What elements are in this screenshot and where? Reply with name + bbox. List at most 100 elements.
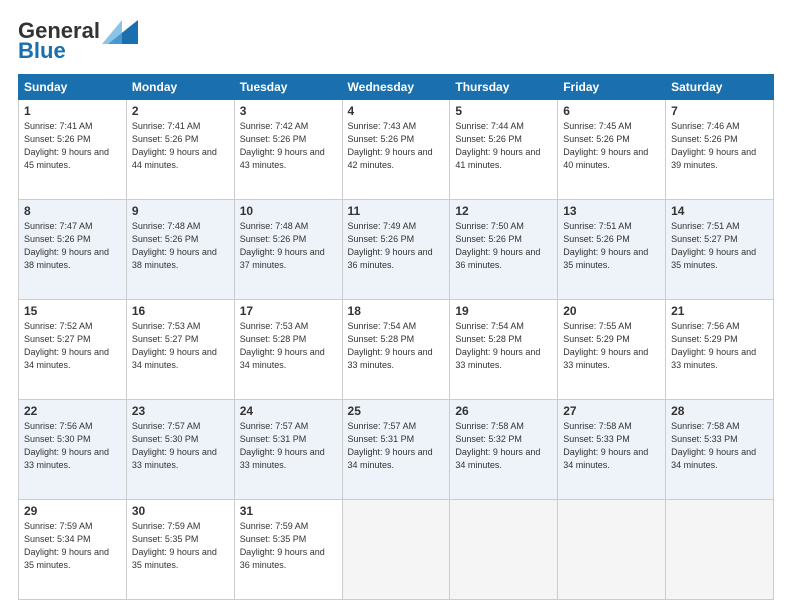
day-number: 2 [132,104,229,118]
week-row-4: 22Sunrise: 7:56 AMSunset: 5:30 PMDayligh… [19,400,774,500]
day-cell-25: 25Sunrise: 7:57 AMSunset: 5:31 PMDayligh… [342,400,450,500]
day-number: 24 [240,404,337,418]
day-cell-2: 2 Sunrise: 7:41 AMSunset: 5:26 PMDaylight… [126,100,234,200]
day-info: Sunrise: 7:46 AMSunset: 5:26 PMDaylight:… [671,120,768,172]
week-row-3: 15 Sunrise: 7:52 AMSunset: 5:27 PMDayligh… [19,300,774,400]
day-header-monday: Monday [126,75,234,100]
day-number: 13 [563,204,660,218]
day-number: 19 [455,304,552,318]
logo-icon [102,16,138,44]
day-number: 4 [348,104,445,118]
day-number: 25 [348,404,445,418]
day-number: 17 [240,304,337,318]
day-cell-27: 27 Sunrise: 7:58 AMSunset: 5:33 PMDayligh… [558,400,666,500]
week-row-2: 8 Sunrise: 7:47 AMSunset: 5:26 PMDaylight… [19,200,774,300]
day-info: Sunrise: 7:41 AMSunset: 5:26 PMDaylight:… [132,120,229,172]
day-cell-21: 21 Sunrise: 7:56 AMSunset: 5:29 PMDayligh… [666,300,774,400]
empty-cell [666,500,774,600]
header: General Blue [18,18,774,64]
day-number: 12 [455,204,552,218]
day-info: Sunrise: 7:44 AMSunset: 5:26 PMDaylight:… [455,120,552,172]
day-info: Sunrise: 7:58 AMSunset: 5:33 PMDaylight:… [563,420,660,472]
day-number: 7 [671,104,768,118]
day-cell-9: 9 Sunrise: 7:48 AMSunset: 5:26 PMDaylight… [126,200,234,300]
day-cell-30: 30 Sunrise: 7:59 AMSunset: 5:35 PMDayligh… [126,500,234,600]
day-info: Sunrise: 7:51 AMSunset: 5:26 PMDaylight:… [563,220,660,272]
day-info: Sunrise: 7:54 AMSunset: 5:28 PMDaylight:… [455,320,552,372]
day-number: 6 [563,104,660,118]
day-number: 22 [24,404,121,418]
day-info: Sunrise: 7:56 AMSunset: 5:29 PMDaylight:… [671,320,768,372]
page: General Blue SundayMondayTuesdayWednesda… [0,0,792,612]
day-info: Sunrise: 7:49 AMSunset: 5:26 PMDaylight:… [348,220,445,272]
day-number: 5 [455,104,552,118]
day-info: Sunrise: 7:41 AMSunset: 5:26 PMDaylight:… [24,120,121,172]
logo-blue: Blue [18,38,66,64]
week-row-1: 1 Sunrise: 7:41 AMSunset: 5:26 PMDaylight… [19,100,774,200]
day-number: 15 [24,304,121,318]
day-number: 11 [348,204,445,218]
day-info: Sunrise: 7:55 AMSunset: 5:29 PMDaylight:… [563,320,660,372]
day-cell-11: 11 Sunrise: 7:49 AMSunset: 5:26 PMDayligh… [342,200,450,300]
day-info: Sunrise: 7:45 AMSunset: 5:26 PMDaylight:… [563,120,660,172]
day-cell-5: 5 Sunrise: 7:44 AMSunset: 5:26 PMDaylight… [450,100,558,200]
day-info: Sunrise: 7:59 AMSunset: 5:34 PMDaylight:… [24,520,121,572]
day-number: 20 [563,304,660,318]
day-info: Sunrise: 7:58 AMSunset: 5:32 PMDaylight:… [455,420,552,472]
day-cell-13: 13 Sunrise: 7:51 AMSunset: 5:26 PMDayligh… [558,200,666,300]
day-number: 23 [132,404,229,418]
day-cell-24: 24Sunrise: 7:57 AMSunset: 5:31 PMDayligh… [234,400,342,500]
day-number: 1 [24,104,121,118]
day-cell-31: 31 Sunrise: 7:59 AMSunset: 5:35 PMDayligh… [234,500,342,600]
day-cell-22: 22Sunrise: 7:56 AMSunset: 5:30 PMDayligh… [19,400,127,500]
day-number: 28 [671,404,768,418]
empty-cell [450,500,558,600]
day-info: Sunrise: 7:54 AMSunset: 5:28 PMDaylight:… [348,320,445,372]
day-number: 21 [671,304,768,318]
day-cell-1: 1 Sunrise: 7:41 AMSunset: 5:26 PMDaylight… [19,100,127,200]
day-number: 9 [132,204,229,218]
day-cell-29: 29 Sunrise: 7:59 AMSunset: 5:34 PMDayligh… [19,500,127,600]
day-number: 30 [132,504,229,518]
day-info: Sunrise: 7:59 AMSunset: 5:35 PMDaylight:… [240,520,337,572]
day-cell-16: 16 Sunrise: 7:53 AMSunset: 5:27 PMDayligh… [126,300,234,400]
day-header-friday: Friday [558,75,666,100]
day-header-wednesday: Wednesday [342,75,450,100]
day-number: 16 [132,304,229,318]
day-info: Sunrise: 7:57 AMSunset: 5:30 PMDaylight:… [132,420,229,472]
calendar-table: SundayMondayTuesdayWednesdayThursdayFrid… [18,74,774,600]
day-number: 26 [455,404,552,418]
day-cell-10: 10Sunrise: 7:48 AMSunset: 5:26 PMDayligh… [234,200,342,300]
day-info: Sunrise: 7:42 AMSunset: 5:26 PMDaylight:… [240,120,337,172]
week-row-5: 29 Sunrise: 7:59 AMSunset: 5:34 PMDayligh… [19,500,774,600]
day-number: 29 [24,504,121,518]
day-cell-3: 3 Sunrise: 7:42 AMSunset: 5:26 PMDaylight… [234,100,342,200]
day-cell-8: 8 Sunrise: 7:47 AMSunset: 5:26 PMDaylight… [19,200,127,300]
day-info: Sunrise: 7:52 AMSunset: 5:27 PMDaylight:… [24,320,121,372]
day-header-thursday: Thursday [450,75,558,100]
day-number: 27 [563,404,660,418]
day-info: Sunrise: 7:48 AMSunset: 5:26 PMDaylight:… [240,220,337,272]
empty-cell [342,500,450,600]
day-cell-15: 15 Sunrise: 7:52 AMSunset: 5:27 PMDayligh… [19,300,127,400]
day-info: Sunrise: 7:59 AMSunset: 5:35 PMDaylight:… [132,520,229,572]
day-info: Sunrise: 7:50 AMSunset: 5:26 PMDaylight:… [455,220,552,272]
day-header-saturday: Saturday [666,75,774,100]
day-number: 14 [671,204,768,218]
day-info: Sunrise: 7:58 AMSunset: 5:33 PMDaylight:… [671,420,768,472]
day-cell-7: 7 Sunrise: 7:46 AMSunset: 5:26 PMDaylight… [666,100,774,200]
day-info: Sunrise: 7:53 AMSunset: 5:27 PMDaylight:… [132,320,229,372]
day-cell-14: 14Sunrise: 7:51 AMSunset: 5:27 PMDayligh… [666,200,774,300]
day-number: 31 [240,504,337,518]
day-number: 18 [348,304,445,318]
day-info: Sunrise: 7:43 AMSunset: 5:26 PMDaylight:… [348,120,445,172]
day-info: Sunrise: 7:48 AMSunset: 5:26 PMDaylight:… [132,220,229,272]
day-info: Sunrise: 7:47 AMSunset: 5:26 PMDaylight:… [24,220,121,272]
day-cell-6: 6 Sunrise: 7:45 AMSunset: 5:26 PMDaylight… [558,100,666,200]
day-cell-23: 23 Sunrise: 7:57 AMSunset: 5:30 PMDayligh… [126,400,234,500]
day-cell-28: 28 Sunrise: 7:58 AMSunset: 5:33 PMDayligh… [666,400,774,500]
day-number: 8 [24,204,121,218]
day-number: 3 [240,104,337,118]
day-cell-12: 12 Sunrise: 7:50 AMSunset: 5:26 PMDayligh… [450,200,558,300]
empty-cell [558,500,666,600]
